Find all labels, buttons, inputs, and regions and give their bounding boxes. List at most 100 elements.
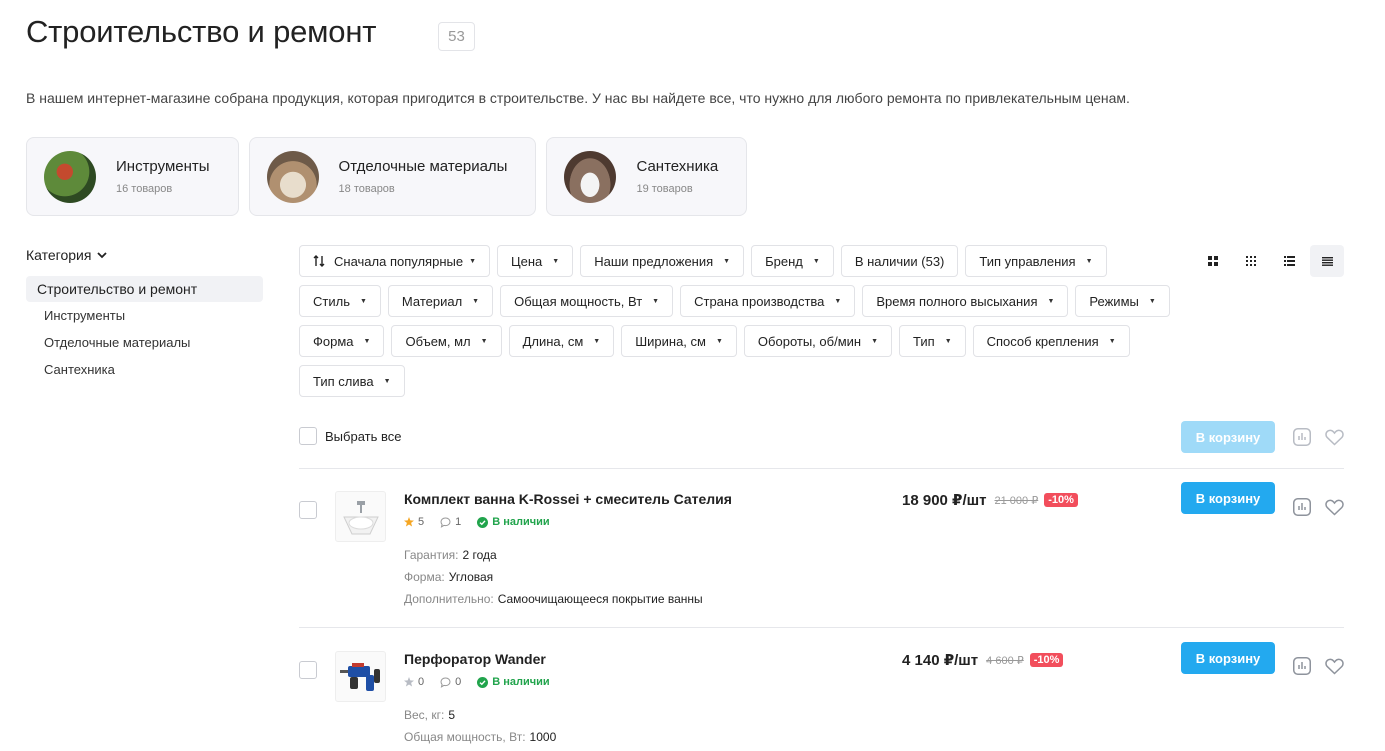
property-value: Самоочищающееся покрытие ванны [497,592,703,606]
list-divider [299,468,1344,469]
filter-material[interactable]: Материал ▼ [387,285,494,317]
product-price: 18 900 ₽/шт 21 000 ₽ -10% [902,491,1078,509]
filter-mount[interactable]: Способ крепления ▼ [972,325,1130,357]
product-reviews-count[interactable]: 0 [455,676,461,688]
product-checkbox[interactable] [299,661,317,679]
sidebar-item-tools[interactable]: Инструменты [26,302,263,329]
sidebar-item-finishing[interactable]: Отделочные материалы [26,329,263,356]
select-all-checkbox[interactable] [299,427,317,445]
subcategory-cards: Инструменты 16 товаров Отделочные матери… [26,137,748,216]
property-value: 5 [448,708,455,722]
view-list[interactable] [1272,245,1306,277]
caret-down-icon: ▼ [469,257,477,265]
heart-icon [1324,429,1344,446]
product-checkbox[interactable] [299,501,317,519]
subcategory-card-plumbing[interactable]: Сантехника 19 товаров [546,137,748,216]
subcategory-image [564,150,617,203]
product-image[interactable] [335,651,386,702]
filter-drying-time[interactable]: Время полного высыхания ▼ [862,285,1069,317]
view-grid-large[interactable] [1196,245,1230,277]
rotary-hammer-image [339,662,380,691]
filter-country[interactable]: Страна производства ▼ [680,285,856,317]
subcategory-image [44,150,96,203]
filter-modes[interactable]: Режимы ▼ [1075,285,1170,317]
caret-down-icon: ▼ [834,297,842,305]
current-price: 4 140 ₽/шт [902,652,979,669]
comment-icon [440,516,451,528]
caret-down-icon: ▼ [1108,337,1116,345]
filter-price[interactable]: Цена ▼ [497,245,574,277]
check-circle-icon [477,676,489,688]
sidebar-item-plumbing[interactable]: Сантехника [26,356,263,383]
view-switcher [1196,245,1344,277]
caret-down-icon: ▼ [944,337,952,345]
property-key: Дополнительно: [404,592,494,606]
sort-dropdown[interactable]: Сначала популярные ▼ [299,245,491,277]
filter-control-type[interactable]: Тип управления ▼ [965,245,1107,277]
product-reviews-count[interactable]: 1 [455,516,461,528]
filter-in-stock[interactable]: В наличии (53) [840,245,959,277]
filter-power[interactable]: Общая мощность, Вт ▼ [500,285,674,317]
view-table[interactable] [1310,245,1344,277]
view-grid-small[interactable] [1234,245,1268,277]
product-image[interactable] [335,491,386,542]
filter-length[interactable]: Длина, см ▼ [508,325,615,357]
property-row: Форма: Угловая [404,566,703,588]
bulk-compare-button[interactable] [1292,427,1312,447]
filter-shape[interactable]: Форма ▼ [299,325,385,357]
filter-label: Наши предложения [594,253,714,269]
filter-label: Способ крепления [986,333,1099,349]
add-to-cart-button[interactable]: В корзину [1181,482,1275,514]
sort-label: Сначала популярные [334,253,464,269]
caret-down-icon: ▼ [383,377,391,385]
bulk-add-to-cart-button[interactable]: В корзину [1181,421,1275,453]
filter-label: Тип [913,333,935,349]
discount-badge: -10% [1029,653,1064,667]
filter-drain-type[interactable]: Тип слива ▼ [299,365,405,397]
filter-rpm[interactable]: Обороты, об/мин ▼ [743,325,893,357]
check-circle-icon [477,516,489,528]
filter-label: Тип слива [313,373,374,389]
compare-icon [1293,657,1311,675]
property-key: Форма: [404,570,445,584]
subcategory-card-tools[interactable]: Инструменты 16 товаров [26,137,239,216]
page-title: Строительство и ремонт [26,14,377,49]
caret-down-icon: ▼ [593,337,601,345]
sidebar-category-toggle[interactable]: Категория [26,245,263,265]
list-divider [299,627,1344,628]
compare-button[interactable] [1292,497,1312,517]
filter-volume[interactable]: Объем, мл ▼ [391,325,502,357]
add-to-cart-button[interactable]: В корзину [1181,642,1275,674]
caret-down-icon: ▼ [472,297,480,305]
property-row: Дополнительно: Самоочищающееся покрытие в… [404,588,703,610]
subcategory-name: Инструменты [116,158,210,175]
bulk-favorite-button[interactable] [1324,427,1344,447]
favorite-button[interactable] [1324,497,1344,517]
old-price: 21 000 ₽ [994,494,1039,507]
property-value: 2 года [462,548,497,562]
filter-label: Время полного высыхания [876,293,1038,309]
filter-style[interactable]: Стиль ▼ [299,285,381,317]
filter-brand[interactable]: Бренд ▼ [751,245,834,277]
grid-large-icon [1208,256,1218,266]
product-title[interactable]: Перфоратор Wander [404,651,546,667]
caret-down-icon: ▼ [652,297,660,305]
subcategory-count: 19 товаров [636,183,693,195]
compare-button[interactable] [1292,656,1312,676]
product-meta: 0 0 В наличии [404,676,550,688]
property-key: Общая мощность, Вт: [404,730,526,744]
caret-down-icon: ▼ [723,257,731,265]
filter-width[interactable]: Ширина, см ▼ [621,325,737,357]
table-list-icon [1321,256,1333,266]
subcategory-name: Отделочные материалы [338,158,508,175]
subcategory-card-finishing[interactable]: Отделочные материалы 18 товаров [248,137,537,216]
property-key: Гарантия: [404,548,459,562]
filter-offers[interactable]: Наши предложения ▼ [580,245,745,277]
filter-label: Длина, см [522,333,584,349]
product-title[interactable]: Комплект ванна K-Rossei + смеситель Сате… [404,491,732,507]
filter-type[interactable]: Тип ▼ [899,325,966,357]
sidebar-item-current[interactable]: Строительство и ремонт [26,276,263,302]
caret-down-icon: ▼ [715,337,723,345]
bathtub-image [342,500,379,534]
favorite-button[interactable] [1324,656,1344,676]
